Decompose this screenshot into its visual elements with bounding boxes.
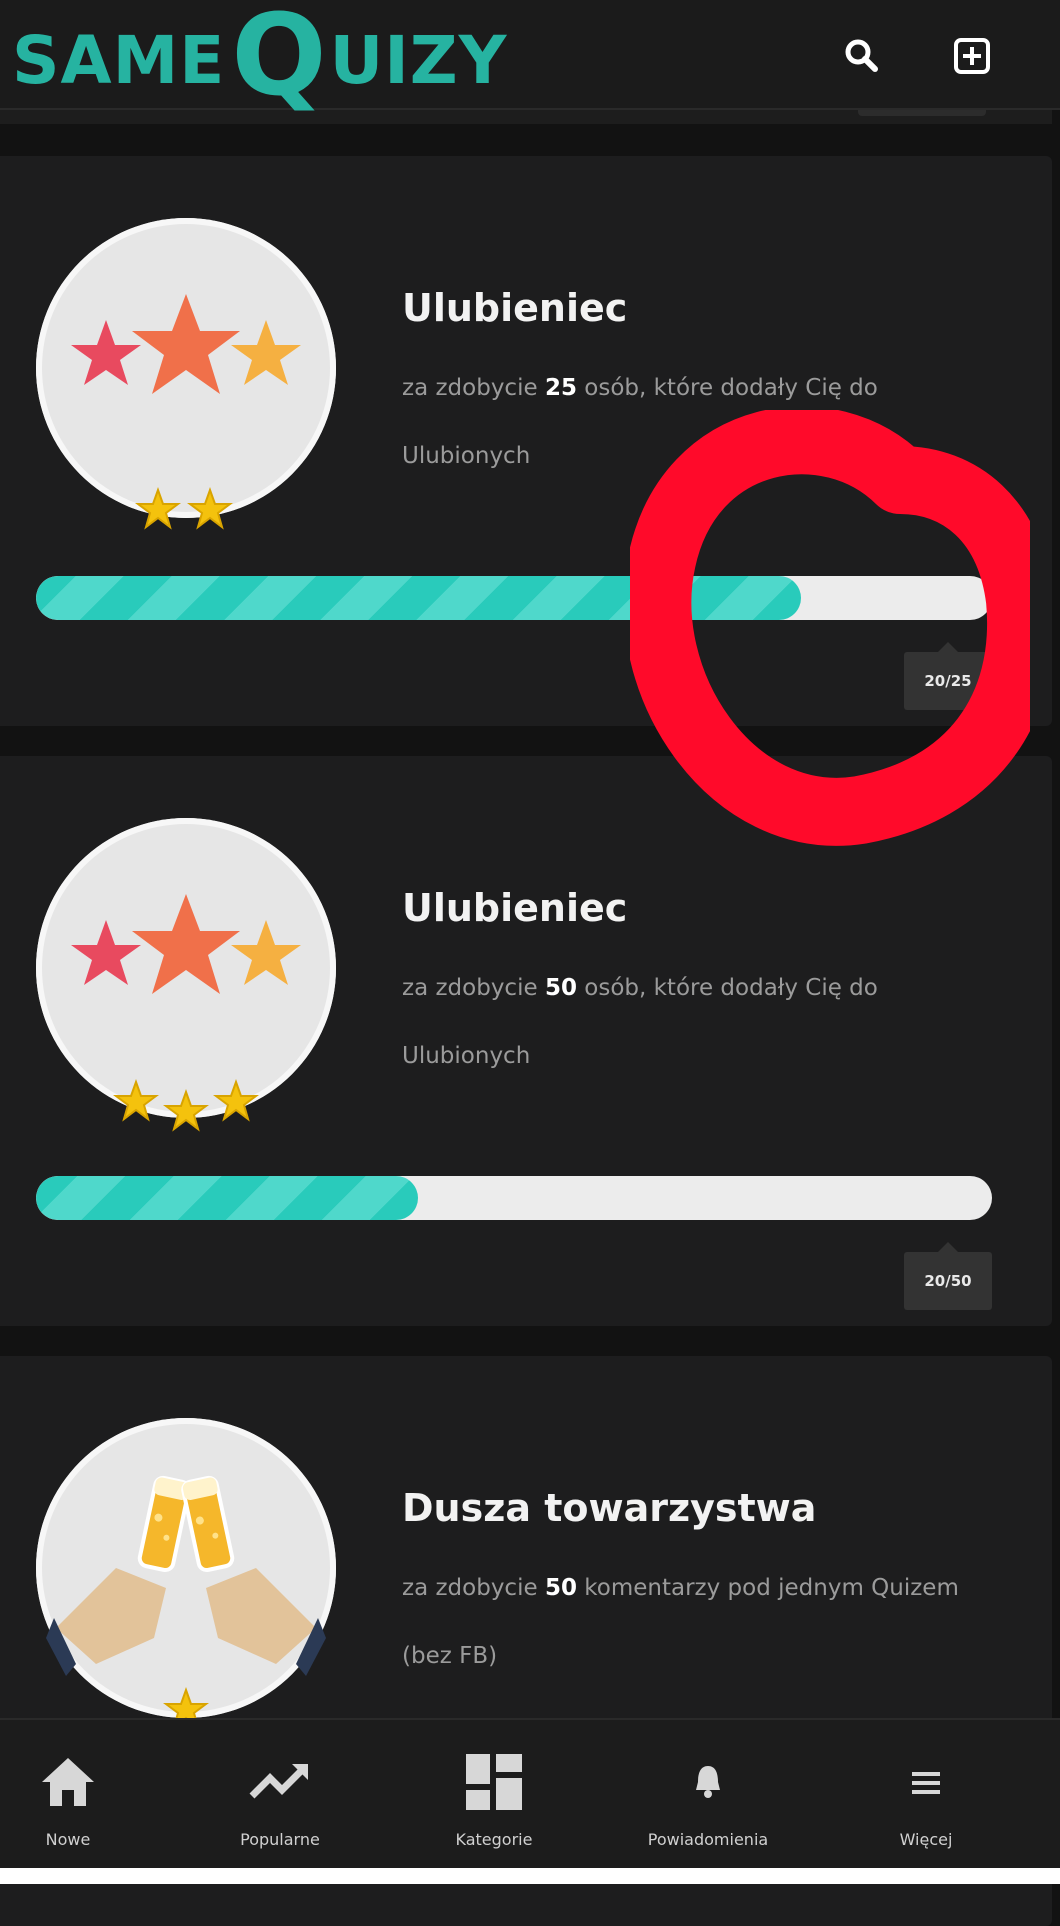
- nav-item-popularne[interactable]: Popularne: [180, 1750, 380, 1849]
- progress-counter: 20/25: [904, 642, 992, 710]
- badge-title: Dusza towarzystwa: [402, 1486, 817, 1530]
- badge-description: za zdobycie 50 osób, które dodały Cię do…: [402, 975, 878, 1069]
- badge-description: za zdobycie 50 komentarzy pod jednym Qui…: [402, 1575, 959, 1669]
- nav-item-nowe[interactable]: Nowe: [0, 1750, 168, 1849]
- badge-title: Ulubieniec: [402, 886, 628, 930]
- champagne-toast-badge-icon: [36, 1418, 336, 1730]
- progress-fill: [36, 1176, 419, 1220]
- home-icon: [42, 1758, 94, 1806]
- three-stars-badge-icon: [36, 218, 336, 530]
- badge-progress-bar: [36, 576, 992, 620]
- add-quiz-icon[interactable]: [950, 34, 994, 78]
- bell-icon: [696, 1766, 720, 1798]
- top-bar: SAME Q UIZY: [0, 0, 1060, 112]
- badge-card: Ulubieniec za zdobycie 25 osób, które do…: [0, 156, 1052, 726]
- badge-title: Ulubieniec: [402, 286, 628, 330]
- three-stars-badge-icon: [36, 818, 336, 1132]
- trending-icon: [249, 1764, 308, 1799]
- samequizy-logo[interactable]: SAME Q UIZY: [12, 0, 507, 112]
- nav-item-wiecej[interactable]: Więcej: [826, 1750, 1026, 1849]
- badge-progress-bar: [36, 1176, 992, 1220]
- search-icon[interactable]: [840, 34, 884, 78]
- categories-icon: [466, 1754, 522, 1810]
- previous-card-edge: [0, 110, 1052, 124]
- progress-counter: 20/50: [904, 1242, 992, 1310]
- badge-description: za zdobycie 25 osób, które dodały Cię do…: [402, 375, 878, 469]
- nav-item-kategorie[interactable]: Kategorie: [394, 1750, 594, 1849]
- menu-icon: [912, 1772, 940, 1794]
- bottom-navigation: Nowe Popularne Kategorie Powiadomienia W…: [0, 1718, 1060, 1870]
- nav-item-powiadomienia[interactable]: Powiadomienia: [608, 1750, 808, 1849]
- progress-fill: [36, 576, 801, 620]
- badge-card: Ulubieniec za zdobycie 50 osób, które do…: [0, 756, 1052, 1326]
- screen-bottom-edge: [0, 1868, 1060, 1884]
